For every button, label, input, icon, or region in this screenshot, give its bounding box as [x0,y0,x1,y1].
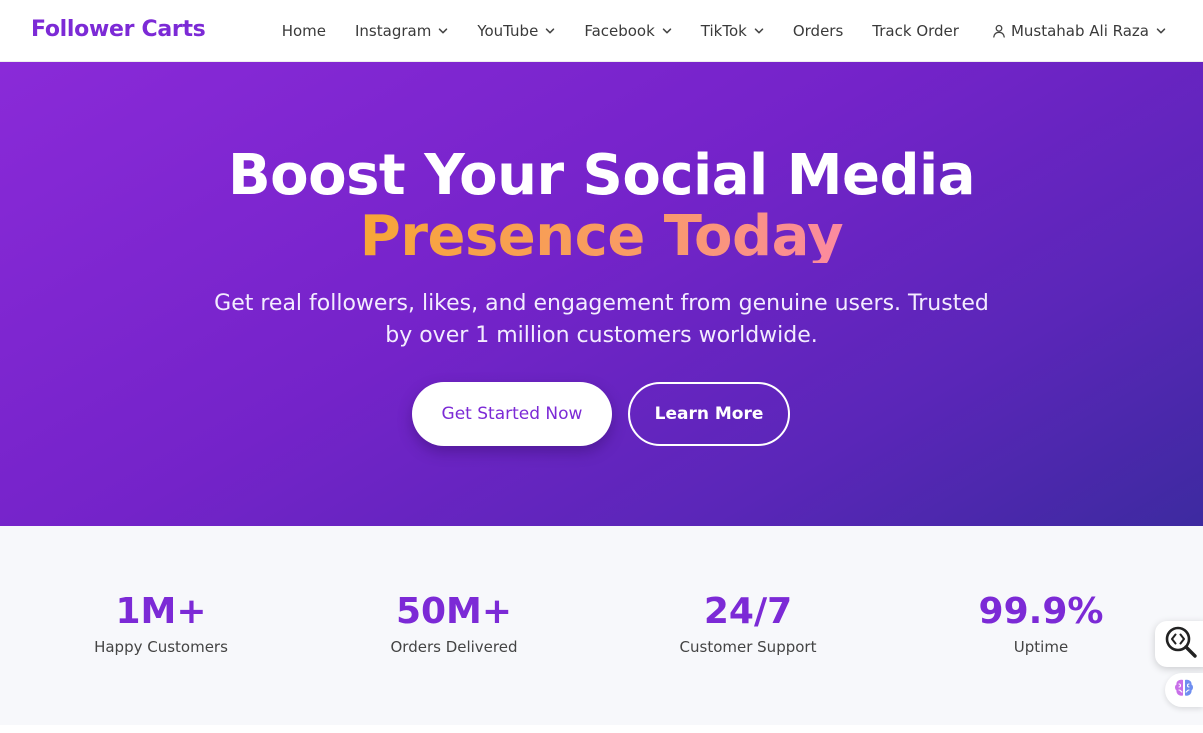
nav-item-orders[interactable]: Orders [793,22,843,40]
nav-item-label: Orders [792,22,844,40]
stat-value: 50M+ [395,591,513,632]
nav-item-label: Facebook [584,22,655,40]
user-icon [992,24,1006,38]
learn-more-button[interactable]: Learn More [628,382,790,446]
stat-happy-customers: 1M+ Happy Customers [21,591,301,657]
hero-title-accent-text: Presence Today [360,205,844,263]
chevron-down-icon [754,26,764,36]
chevron-down-icon [438,26,448,36]
chevron-down-icon [662,26,672,36]
nav-item-home[interactable]: Home [282,22,326,40]
brain-icon [1173,678,1195,702]
hero-subtitle: Get real followers, likes, and engagemen… [214,291,989,348]
brain-widget[interactable] [1165,673,1203,707]
stat-customer-support: 24/7 Customer Support [608,591,888,657]
chevron-down-icon [545,26,555,36]
stat-label: Happy Customers [94,638,228,656]
stat-label: Orders Delivered [390,638,518,656]
stat-value: 1M+ [115,591,207,632]
nav-item-label: Home [281,22,326,40]
code-search-widget[interactable] [1155,621,1203,667]
nav-item-track-order[interactable]: Track Order [872,22,959,40]
stat-label: Customer Support [679,638,817,656]
hero-section: Boost Your Social Media Presence Today G… [0,62,1203,526]
nav-item-label: Track Order [872,22,959,40]
stats-section: 1M+ Happy Customers 50M+ Orders Delivere… [0,526,1203,733]
nav-item-label: Instagram [355,22,432,40]
code-search-icon [1163,624,1199,664]
nav-item-instagram[interactable]: Instagram [355,22,448,40]
stat-value: 99.9% [978,591,1104,632]
stat-label: Uptime [1013,638,1069,656]
nav-item-label: YouTube [477,22,539,40]
stat-orders-delivered: 50M+ Orders Delivered [314,591,594,657]
navbar: Follower Carts Home Instagram YouTube Fa… [0,0,1203,62]
stat-value: 24/7 [703,591,793,632]
chevron-down-icon [1156,26,1166,36]
nav-item-facebook[interactable]: Facebook [584,22,672,40]
get-started-button[interactable]: Get Started Now [412,382,612,446]
section-divider [0,725,1203,733]
main-nav: Home Instagram YouTube Facebook TikTok O… [282,0,1203,62]
hero-title-accent: Presence Today [0,205,1203,263]
hero-title: Boost Your Social Media [227,143,976,208]
nav-item-youtube[interactable]: YouTube [477,22,555,40]
nav-item-tiktok[interactable]: TikTok [701,22,764,40]
brand-logo[interactable]: Follower Carts [31,17,206,42]
user-name: Mustahab Ali Raza [1010,22,1149,40]
user-menu[interactable]: Mustahab Ali Raza [992,22,1166,40]
stat-uptime: 99.9% Uptime [901,591,1181,657]
nav-item-label: TikTok [700,22,747,40]
